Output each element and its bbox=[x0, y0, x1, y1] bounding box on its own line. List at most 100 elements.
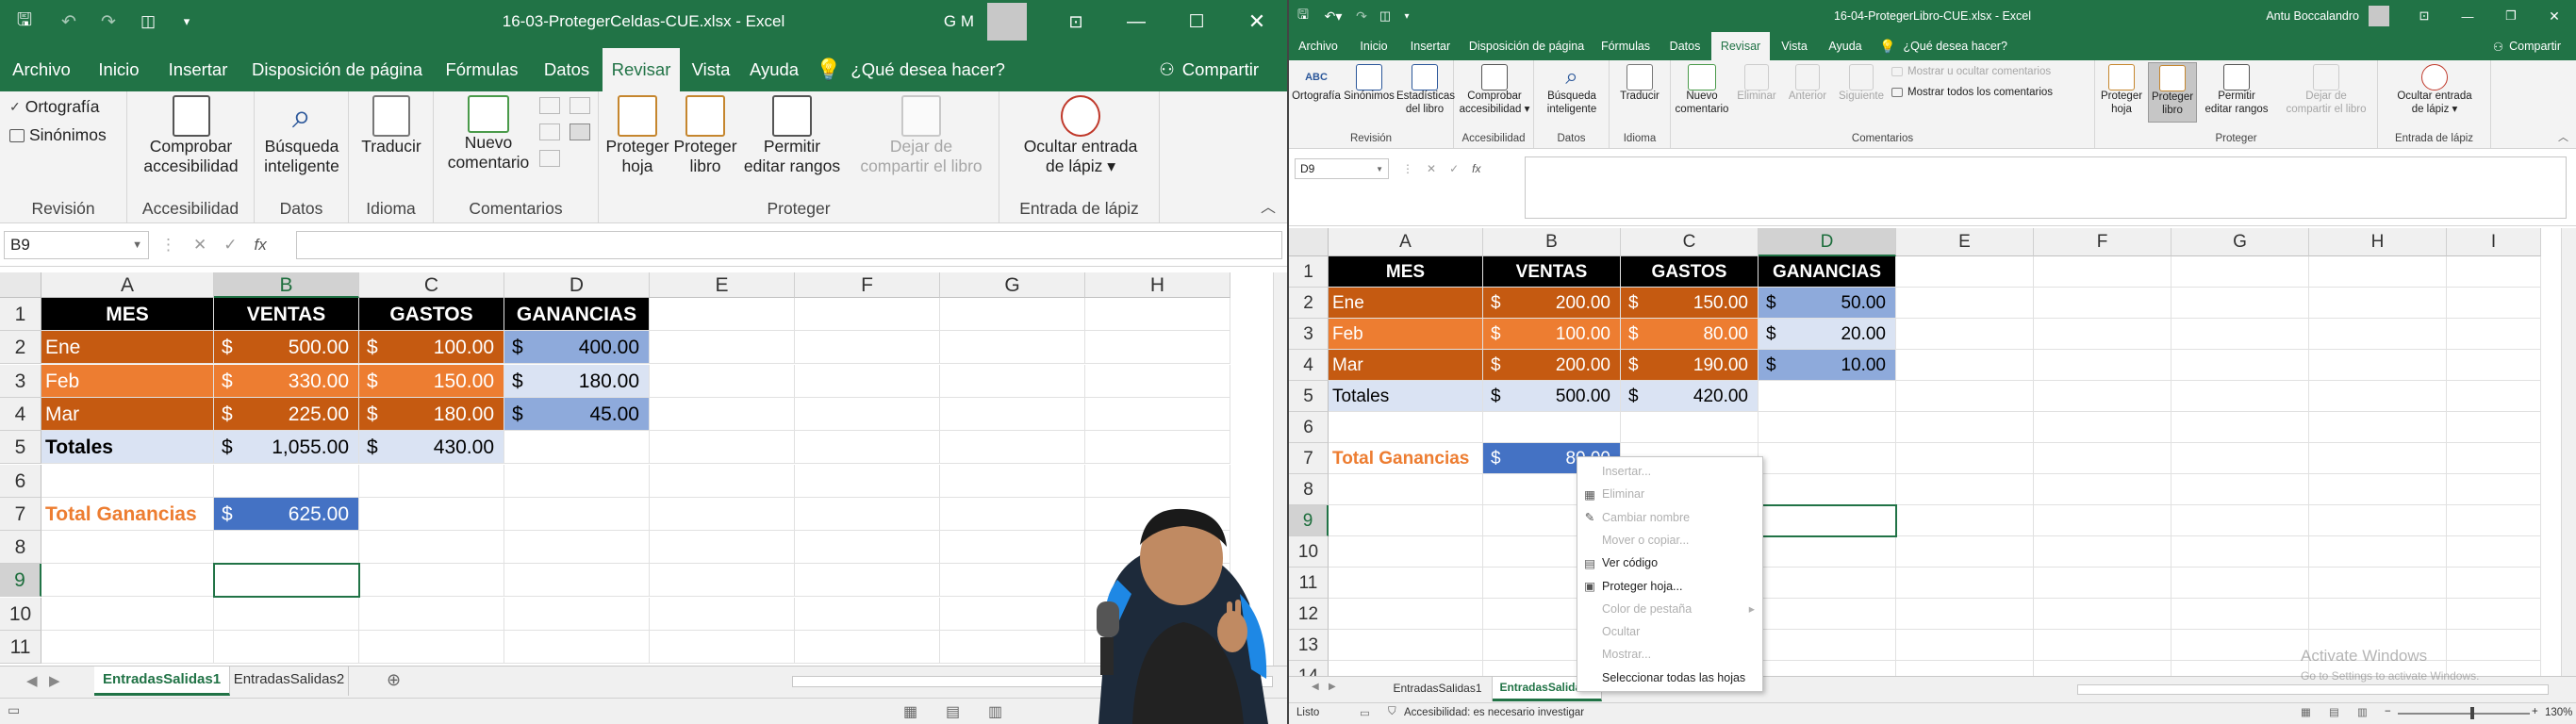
row-header-8[interactable]: 8 bbox=[1289, 474, 1329, 505]
cell-F6[interactable] bbox=[795, 464, 940, 498]
camera-icon[interactable]: ◫ bbox=[1374, 8, 1396, 24]
cell-I11[interactable] bbox=[2447, 568, 2541, 599]
row-header-6[interactable]: 6 bbox=[1289, 412, 1329, 443]
cell-G1[interactable] bbox=[2171, 256, 2309, 288]
cell-E8[interactable] bbox=[1896, 474, 2034, 505]
cell-ventas[interactable]: $200.00 bbox=[1483, 288, 1621, 319]
cell-E7[interactable] bbox=[650, 497, 795, 531]
cell-D8[interactable] bbox=[504, 531, 650, 565]
vertical-scrollbar[interactable] bbox=[2561, 228, 2576, 676]
cell-ganancias[interactable]: $180.00 bbox=[504, 364, 650, 398]
cell-E12[interactable] bbox=[1896, 599, 2034, 630]
redo-icon[interactable]: ↷ bbox=[89, 11, 128, 33]
cell-D8[interactable] bbox=[1759, 474, 1896, 505]
cell-gastos[interactable]: $150.00 bbox=[359, 364, 504, 398]
enter-icon[interactable]: ✓ bbox=[223, 236, 237, 255]
page-layout-icon[interactable]: ▤ bbox=[946, 702, 960, 721]
cell-H11[interactable] bbox=[2309, 568, 2447, 599]
cell-E4[interactable] bbox=[1896, 350, 2034, 381]
cell-D13[interactable] bbox=[1759, 630, 1896, 661]
cell-I12[interactable] bbox=[2447, 599, 2541, 630]
cancel-icon[interactable]: ✕ bbox=[193, 236, 206, 255]
undo-icon[interactable]: ↶▾ bbox=[1317, 8, 1349, 25]
close-icon[interactable]: ✕ bbox=[2533, 8, 2576, 25]
cell-C10[interactable] bbox=[359, 597, 504, 631]
column-header-b[interactable]: B bbox=[214, 272, 359, 298]
row-header-3[interactable]: 3 bbox=[1289, 319, 1329, 350]
show-comment-icon[interactable] bbox=[570, 123, 590, 140]
column-header-f[interactable]: F bbox=[2034, 228, 2171, 256]
cell-B10[interactable] bbox=[214, 597, 359, 631]
active-cell-selection[interactable] bbox=[213, 563, 360, 599]
tab-inicio[interactable]: Inicio bbox=[1347, 32, 1400, 60]
cell-F3[interactable] bbox=[2034, 319, 2171, 350]
cell-totales[interactable]: Totales bbox=[1329, 381, 1483, 412]
cell-D9[interactable] bbox=[504, 564, 650, 598]
cell-G12[interactable] bbox=[2171, 599, 2309, 630]
cell-I1[interactable] bbox=[2447, 256, 2541, 288]
tab-ayuda[interactable]: Ayuda bbox=[1819, 32, 1872, 60]
column-header-e[interactable]: E bbox=[1896, 228, 2034, 256]
chevron-down-icon[interactable]: ▼ bbox=[132, 239, 142, 251]
cell-E6[interactable] bbox=[1896, 412, 2034, 443]
context-menu-item-5[interactable]: ▣ Proteger hoja... bbox=[1577, 576, 1762, 597]
context-menu-item-3[interactable]: Mover o copiar... bbox=[1577, 530, 1762, 551]
cell-F7[interactable] bbox=[2034, 443, 2171, 474]
cell-mes[interactable]: Ene bbox=[1329, 288, 1483, 319]
cell-I6[interactable] bbox=[2447, 412, 2541, 443]
cell-D10[interactable] bbox=[504, 597, 650, 631]
cell-gastos[interactable]: $150.00 bbox=[1621, 288, 1759, 319]
cell-ganancias[interactable]: $50.00 bbox=[1759, 288, 1896, 319]
cell-H7[interactable] bbox=[2309, 443, 2447, 474]
next-sheet-icon[interactable]: ▶ bbox=[49, 672, 60, 689]
allow-edit-ranges-button[interactable]: Permitir editar rangos bbox=[2199, 64, 2274, 117]
formula-input[interactable] bbox=[1525, 156, 2567, 219]
cell-F5[interactable] bbox=[2034, 381, 2171, 412]
tab-revisar[interactable]: Revisar bbox=[1711, 32, 1770, 60]
cell-D7[interactable] bbox=[504, 497, 650, 531]
header-cell-ganancias[interactable]: GANANCIAS bbox=[504, 298, 650, 331]
cell-E1[interactable] bbox=[1896, 256, 2034, 288]
cell-H6[interactable] bbox=[2309, 412, 2447, 443]
cell-ganancias[interactable]: $20.00 bbox=[1759, 319, 1896, 350]
next-comment-button[interactable]: Siguiente bbox=[1835, 64, 1888, 104]
cell-totales_gastos[interactable]: $430.00 bbox=[359, 431, 504, 465]
header-cell-ventas[interactable]: VENTAS bbox=[214, 298, 359, 331]
prev-sheet-icon[interactable]: ◀ bbox=[26, 672, 38, 689]
cell-totales_ventas[interactable]: $1,055.00 bbox=[214, 431, 359, 465]
tab-formulas[interactable]: Fórmulas bbox=[1593, 32, 1659, 60]
cell-D6[interactable] bbox=[504, 464, 650, 498]
prev-sheet-icon[interactable]: ◀ bbox=[1312, 682, 1319, 692]
cell-F8[interactable] bbox=[795, 531, 940, 565]
page-layout-icon[interactable]: ▤ bbox=[2329, 705, 2339, 718]
cell-F4[interactable] bbox=[795, 397, 940, 431]
row-header-2[interactable]: 2 bbox=[1289, 288, 1329, 319]
protect-workbook-button[interactable]: Proteger libro bbox=[2148, 62, 2197, 123]
cell-G6[interactable] bbox=[2171, 412, 2309, 443]
cell-E8[interactable] bbox=[650, 531, 795, 565]
zoom-out-icon[interactable]: − bbox=[2385, 706, 2391, 717]
cell-I7[interactable] bbox=[2447, 443, 2541, 474]
cell-F6[interactable] bbox=[2034, 412, 2171, 443]
cell-E7[interactable] bbox=[1896, 443, 2034, 474]
context-menu-item-6[interactable]: Color de pestaña ▸ bbox=[1577, 599, 1762, 619]
header-cell-gastos[interactable]: GASTOS bbox=[359, 298, 504, 331]
undo-icon[interactable]: ↶ bbox=[49, 11, 89, 33]
cancel-icon[interactable]: ✕ bbox=[1427, 162, 1436, 175]
workbook-stats-button[interactable]: Estadísticas del libro bbox=[1396, 64, 1455, 117]
delete-comment-button[interactable]: Eliminar bbox=[1733, 64, 1780, 104]
column-header-i[interactable]: I bbox=[2447, 228, 2541, 256]
sheet-tab-entradassalidas1[interactable]: EntradasSalidas1 bbox=[94, 666, 230, 696]
row-header-9[interactable]: 9 bbox=[1289, 505, 1329, 536]
cell-E11[interactable] bbox=[650, 631, 795, 664]
cell-H3[interactable] bbox=[1085, 364, 1230, 398]
save-icon[interactable]: 🖫 bbox=[1289, 5, 1317, 27]
cell-B6[interactable] bbox=[1483, 412, 1621, 443]
check-accessibility-button[interactable]: Comprobar accesibilidad ▾ bbox=[1456, 64, 1533, 117]
sheet-tab-entradassalidas2[interactable]: EntradasSalidas2 bbox=[230, 666, 349, 696]
cell-E5[interactable] bbox=[1896, 381, 2034, 412]
translate-button[interactable]: Traducir bbox=[353, 95, 430, 156]
cell-F9[interactable] bbox=[2034, 505, 2171, 536]
insert-function-icon[interactable]: fx bbox=[1472, 162, 1480, 175]
column-header-f[interactable]: F bbox=[795, 272, 940, 298]
